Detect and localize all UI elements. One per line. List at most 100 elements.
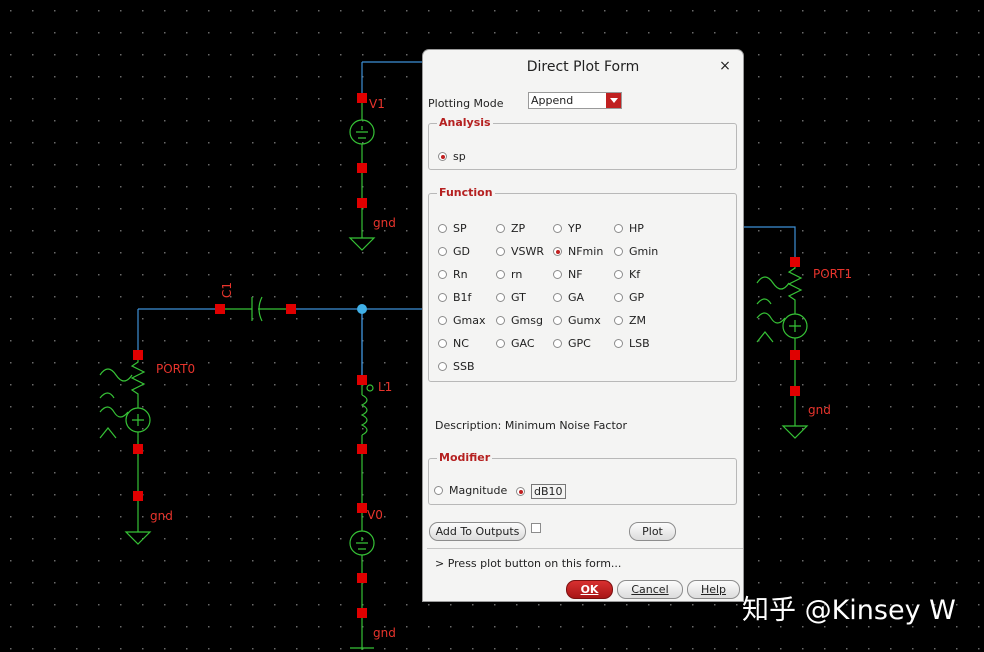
radio-function-zm[interactable]: ZM [614,314,646,327]
radio-label: LSB [629,337,650,350]
analysis-group: Analysis sp [428,116,737,170]
help-button[interactable]: Help [687,580,740,599]
radio-function-gmsg[interactable]: Gmsg [496,314,543,327]
radio-label: NFmin [568,245,604,258]
radio-function-ga[interactable]: GA [553,291,584,304]
function-title: Function [437,186,495,199]
radio-label: sp [453,150,466,163]
radio-function-hp[interactable]: HP [614,222,644,235]
ok-button[interactable]: OK [566,580,613,599]
status-message: > Press plot button on this form... [435,557,622,570]
radio-function-sp[interactable]: SP [438,222,467,235]
label-port1: PORT1 [813,267,853,281]
label-gnd-right: gnd [808,403,831,417]
label-gnd-bottom: gnd [373,626,396,640]
label-c1: C1 [220,281,234,298]
radio-label: SP [453,222,467,235]
radio-dot [614,247,623,256]
radio-label: NC [453,337,469,350]
radio-function-gumx[interactable]: Gumx [553,314,601,327]
radio-function-vswr[interactable]: VSWR [496,245,544,258]
plotting-mode-value: Append [531,94,574,107]
radio-function-nfmin[interactable]: NFmin [553,245,603,258]
radio-function-yp[interactable]: YP [553,222,581,235]
radio-label: SSB [453,360,475,373]
radio-function-gd[interactable]: GD [438,245,470,258]
radio-function-b1f[interactable]: B1f [438,291,471,304]
radio-analysis-sp[interactable]: sp [438,150,466,163]
radio-label: dB10 [531,484,566,499]
close-icon[interactable]: × [717,58,733,74]
chevron-down-icon[interactable] [606,93,621,108]
radio-dot [553,293,562,302]
radio-function-gmin[interactable]: Gmin [614,245,658,258]
radio-label: GA [568,291,585,304]
direct-plot-form-dialog: Direct Plot Form × Plotting Mode Append … [423,50,743,601]
radio-dot [553,316,562,325]
radio-modifier-db10[interactable]: dB10 [516,484,566,499]
radio-function-nf[interactable]: NF [553,268,583,281]
cancel-button[interactable]: Cancel [617,580,683,599]
analysis-title: Analysis [437,116,493,129]
radio-function-gpc[interactable]: GPC [553,337,591,350]
radio-label: Kf [629,268,641,281]
radio-dot [553,224,562,233]
radio-function-gac[interactable]: GAC [496,337,535,350]
radio-label: GD [453,245,470,258]
radio-dot [516,487,525,496]
radio-label: B1f [453,291,472,304]
radio-label: YP [568,222,582,235]
label-port0: PORT0 [156,362,196,376]
radio-dot [496,224,505,233]
radio-label: Gmsg [511,314,543,327]
radio-function-zp[interactable]: ZP [496,222,525,235]
radio-label: ZP [511,222,526,235]
radio-label: rn [511,268,523,281]
radio-dot [496,247,505,256]
radio-label: GP [629,291,645,304]
dialog-title: Direct Plot Form [526,59,640,75]
radio-dot [614,293,623,302]
radio-function-rn[interactable]: Rn [438,268,468,281]
radio-dot [496,316,505,325]
radio-label: NF [568,268,583,281]
radio-dot [553,339,562,348]
radio-function-kf[interactable]: Kf [614,268,640,281]
modifier-group: Modifier Magnitude dB10 [428,451,737,505]
radio-label: GPC [568,337,591,350]
radio-dot [496,293,505,302]
radio-function-gt[interactable]: GT [496,291,526,304]
label-l1: L1 [378,380,393,394]
radio-label: VSWR [511,245,545,258]
radio-function-nc[interactable]: NC [438,337,469,350]
radio-dot [553,270,562,279]
ok-label: OK [580,583,599,596]
radio-modifier-magnitude[interactable]: Magnitude [434,484,507,497]
radio-dot [438,270,447,279]
radio-dot [496,270,505,279]
add-to-outputs-button[interactable]: Add To Outputs [429,522,526,541]
radio-function-gp[interactable]: GP [614,291,644,304]
radio-dot [434,486,443,495]
radio-function-gmax[interactable]: Gmax [438,314,486,327]
radio-label: Magnitude [449,484,508,497]
label-gnd-top: gnd [373,216,396,230]
radio-function-rn[interactable]: rn [496,268,522,281]
radio-label: GAC [511,337,535,350]
radio-dot [614,316,623,325]
label-v1: V1 [369,97,385,111]
radio-dot [614,339,623,348]
watermark: 知乎 @Kinsey W [742,595,956,626]
function-description: Description: Minimum Noise Factor [435,419,628,432]
help-label: Help [700,583,727,596]
plotting-mode-select[interactable]: Append [528,92,622,109]
plot-button[interactable]: Plot [629,522,676,541]
radio-label: GT [511,291,526,304]
plotting-mode-label: Plotting Mode [428,97,504,110]
radio-label: Gumx [568,314,601,327]
radio-function-ssb[interactable]: SSB [438,360,475,373]
add-to-outputs-checkbox[interactable] [531,523,541,533]
radio-label: HP [629,222,644,235]
radio-function-lsb[interactable]: LSB [614,337,650,350]
radio-dot [614,224,623,233]
